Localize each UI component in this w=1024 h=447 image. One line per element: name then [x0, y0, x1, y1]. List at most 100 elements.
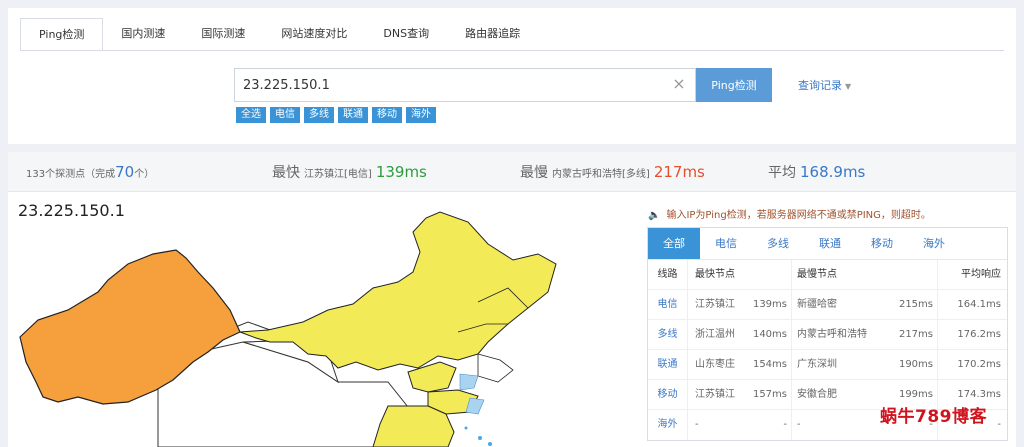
watermark: 蜗牛789博客: [880, 407, 987, 427]
probe-count-suffix: 个）: [134, 169, 155, 180]
history-dropdown[interactable]: 查询记录 ▼: [798, 77, 851, 93]
results-tab-unicom[interactable]: 联通: [804, 228, 856, 259]
map-region-east: [372, 405, 455, 447]
row-average: 170.2ms: [957, 359, 1001, 370]
close-icon[interactable]: ×: [671, 76, 687, 92]
fastest-value: 139ms: [375, 163, 427, 181]
china-latency-map: [19, 211, 557, 447]
slowest-value: 217ms: [653, 163, 705, 181]
row-slowest: 广东深圳 190ms: [792, 350, 938, 379]
results-tabs: 全部 电信 多线 联通 移动 海外: [648, 228, 1007, 260]
stats-bar: 133个探测点（完成70个） 最快 江苏镇江[电信] 139ms 最慢 内蒙古呼和浩特…: [8, 152, 1016, 192]
chevron-down-icon: ▼: [845, 82, 852, 91]
slowest-ms: 217ms: [898, 329, 933, 340]
results-tab-telecom[interactable]: 电信: [700, 228, 752, 259]
tab-site-compare[interactable]: 网站速度对比: [263, 18, 365, 51]
chip-telecom[interactable]: 电信: [270, 107, 300, 123]
search-input[interactable]: [235, 69, 665, 101]
header-slowest: 最慢节点: [792, 260, 938, 289]
table-row: 电信 江苏镇江 139ms 新疆哈密 215ms 164.1ms: [648, 290, 1007, 320]
map-island: [478, 436, 482, 440]
row-average: 176.2ms: [957, 329, 1001, 340]
row-line[interactable]: 电信: [648, 290, 688, 319]
fastest-ms: -: [783, 419, 787, 430]
row-fastest: 江苏镇江 139ms: [688, 290, 792, 319]
results-area: 23.225.150.1 🔈 输入IP为Ping检测，若服务器网络不通或禁PING…: [8, 192, 1016, 447]
row-fastest: 山东枣庄 154ms: [688, 350, 792, 379]
row-slowest: 新疆哈密 215ms: [792, 290, 938, 319]
slowest-ms: 190ms: [898, 359, 933, 370]
row-line[interactable]: 海外: [648, 410, 688, 440]
tab-ping[interactable]: Ping检测: [20, 18, 104, 51]
map-ip-title: 23.225.150.1: [18, 201, 125, 220]
tool-tabs: Ping检测 国内测速 国际测速 网站速度对比 DNS查询 路由器追踪: [20, 18, 538, 51]
fastest-ms: 157ms: [752, 389, 787, 400]
speaker-icon: 🔈: [648, 210, 661, 221]
chip-mobile[interactable]: 移动: [372, 107, 402, 123]
results-tab-all[interactable]: 全部: [648, 228, 700, 259]
row-line[interactable]: 多线: [648, 320, 688, 349]
map-sea: [459, 373, 479, 391]
row-fastest: --: [688, 410, 792, 440]
tab-international-speed[interactable]: 国际测速: [183, 18, 263, 51]
fastest-ms: 139ms: [752, 299, 787, 310]
row-line[interactable]: 移动: [648, 380, 688, 409]
chip-multiline[interactable]: 多线: [304, 107, 334, 123]
map-island-2: [488, 442, 492, 446]
row-slowest: 内蒙古呼和浩特 217ms: [792, 320, 938, 349]
tabs-divider: [20, 50, 1004, 51]
tab-dns[interactable]: DNS查询: [365, 18, 447, 51]
fastest-label: 最快: [272, 165, 300, 181]
slowest-node: -: [797, 419, 801, 430]
probe-done-count: 70: [115, 163, 135, 181]
notice-text: 输入IP为Ping检测，若服务器网络不通或禁PING，则超时。: [666, 210, 931, 221]
probe-count: 133个探测点（完成70个）: [26, 152, 154, 192]
results-tab-overseas[interactable]: 海外: [908, 228, 960, 259]
line-filter-chips: 全选 电信 多线 联通 移动 海外: [236, 107, 436, 123]
slowest-ms: 215ms: [898, 299, 933, 310]
slowest-node: 内蒙古呼和浩特: [797, 329, 867, 340]
header-fastest: 最快节点: [688, 260, 792, 289]
results-tab-multiline[interactable]: 多线: [752, 228, 804, 259]
chip-all[interactable]: 全选: [236, 107, 266, 123]
slowest-node: 新疆哈密: [797, 299, 837, 310]
slowest-stat: 最慢 内蒙古呼和浩特[多线] 217ms: [520, 152, 705, 192]
chip-unicom[interactable]: 联通: [338, 107, 368, 123]
probe-count-prefix: 133个探测点（完成: [26, 169, 116, 180]
fastest-node: -: [695, 419, 699, 430]
search-row: × Ping检测 查询记录▼: [234, 68, 851, 102]
history-label: 查询记录: [798, 79, 842, 92]
fastest-node: 江苏镇江: [695, 389, 735, 400]
row-fastest: 浙江温州 140ms: [688, 320, 792, 349]
fastest-node: 浙江温州: [695, 329, 735, 340]
fastest-node: 江苏镇江: [695, 299, 735, 310]
tab-domestic-speed[interactable]: 国内测速: [103, 18, 183, 51]
fastest-ms: 140ms: [752, 329, 787, 340]
fastest-stat: 最快 江苏镇江[电信] 139ms: [272, 152, 427, 192]
slowest-node: 广东深圳: [797, 359, 837, 370]
fastest-node: 山东枣庄: [695, 359, 735, 370]
slowest-location: 内蒙古呼和浩特[多线]: [552, 169, 650, 180]
ping-button[interactable]: Ping检测: [696, 68, 772, 102]
slowest-node: 安徽合肥: [797, 389, 837, 400]
search-box: ×: [234, 68, 696, 102]
tab-traceroute[interactable]: 路由器追踪: [447, 18, 538, 51]
average-value: 168.9ms: [800, 163, 866, 181]
table-row: 多线 浙江温州 140ms 内蒙古呼和浩特 217ms 176.2ms: [648, 320, 1007, 350]
row-line[interactable]: 联通: [648, 350, 688, 379]
table-row: 联通 山东枣庄 154ms 广东深圳 190ms 170.2ms: [648, 350, 1007, 380]
header-average: 平均响应: [961, 269, 1001, 280]
search-panel: Ping检测 国内测速 国际测速 网站速度对比 DNS查询 路由器追踪 × Pi…: [8, 8, 1016, 144]
results-tab-mobile[interactable]: 移动: [856, 228, 908, 259]
fastest-location: 江苏镇江[电信]: [304, 169, 372, 180]
average-label: 平均: [768, 165, 796, 181]
fastest-ms: 154ms: [752, 359, 787, 370]
chip-overseas[interactable]: 海外: [406, 107, 436, 123]
notice: 🔈 输入IP为Ping检测，若服务器网络不通或禁PING，则超时。: [648, 206, 931, 221]
average-stat: 平均 168.9ms: [768, 152, 865, 192]
header-line: 线路: [648, 260, 688, 289]
table-header: 线路 最快节点 最慢节点 平均响应: [648, 260, 1007, 290]
row-fastest: 江苏镇江 157ms: [688, 380, 792, 409]
row-average: 164.1ms: [957, 299, 1001, 310]
map-island-3: [464, 426, 468, 430]
